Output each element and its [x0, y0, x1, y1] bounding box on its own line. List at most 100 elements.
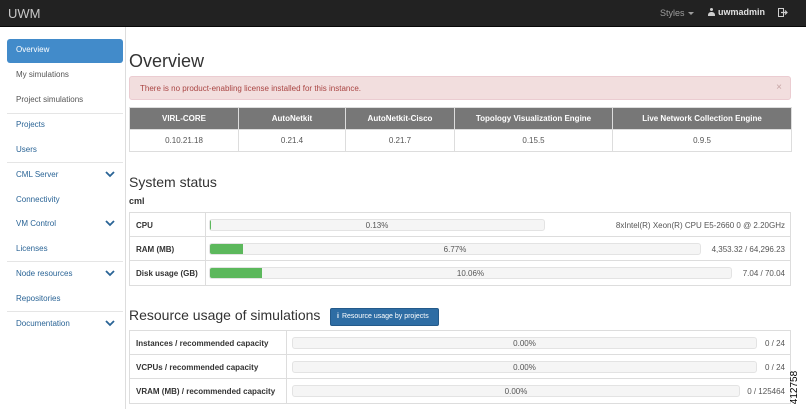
chevron-down-icon	[105, 320, 115, 327]
vcpus-progress-bar: 0.00%	[292, 361, 757, 373]
system-status-title: System status	[129, 174, 217, 190]
vram-info: 0 / 125464	[747, 387, 785, 396]
sidebar-divider	[7, 311, 123, 312]
column-divider	[286, 379, 287, 403]
sidebar-divider	[7, 261, 123, 262]
sidebar-item-overview[interactable]: Overview	[7, 39, 123, 63]
sidebar-item-project-simulations[interactable]: Project simulations	[7, 89, 123, 113]
table-row: 0.10.21.18 0.21.4 0.21.7 0.15.5 0.9.5	[129, 129, 792, 152]
resource-usage-by-projects-button[interactable]: i Resource usage by projects	[330, 308, 439, 326]
vcpus-info: 0 / 24	[764, 363, 785, 372]
row-label: VRAM (MB) / recommended capacity	[136, 387, 276, 396]
table-cell: 0.15.5	[454, 129, 613, 152]
table-row: RAM (MB) 6.77% 4,353.32 / 64,296.23	[130, 237, 790, 261]
close-icon[interactable]: ×	[776, 82, 782, 93]
row-label: VCPUs / recommended capacity	[136, 363, 259, 372]
brand-logo[interactable]: UWM	[8, 6, 41, 21]
row-label: Instances / recommended capacity	[136, 339, 269, 348]
host-name: cml	[129, 196, 145, 206]
styles-label: Styles	[660, 8, 685, 18]
disk-info: 7.04 / 70.04	[742, 269, 785, 278]
user-menu[interactable]: uwmadmin	[708, 7, 765, 17]
cpu-progress-bar: 0.13%	[209, 219, 545, 231]
table-header: Live Network Collection Engine	[612, 107, 792, 130]
chevron-down-icon	[105, 270, 115, 277]
table-cell: 0.21.7	[345, 129, 455, 152]
row-label: RAM (MB)	[136, 245, 175, 254]
sidebar-item-label: My simulations	[16, 70, 69, 79]
sidebar-item-connectivity[interactable]: Connectivity	[7, 189, 123, 213]
table-header: AutoNetkit-Cisco	[345, 107, 455, 130]
disk-progress-bar: 10.06%	[209, 267, 732, 279]
sidebar-item-projects[interactable]: Projects	[7, 114, 123, 138]
chevron-down-icon	[105, 220, 115, 227]
sidebar-item-label: CML Server	[16, 170, 59, 179]
table-header-row: VIRL-CORE AutoNetkit AutoNetkit-Cisco To…	[129, 107, 792, 130]
cpu-info: 8xIntel(R) Xeon(R) CPU E5-2660 0 @ 2.20G…	[615, 221, 785, 230]
table-header: Topology Visualization Engine	[454, 107, 613, 130]
sidebar-item-users[interactable]: Users	[7, 139, 123, 163]
sidebar-item-label: Users	[16, 145, 37, 154]
table-cell: 0.10.21.18	[129, 129, 239, 152]
sign-out-icon[interactable]	[778, 8, 788, 17]
column-divider	[205, 213, 206, 236]
progress-text: 0.00%	[504, 387, 528, 396]
resource-usage-title: Resource usage of simulations	[129, 307, 321, 323]
figure-id-text: 412758	[789, 370, 801, 405]
sidebar-item-vm-control[interactable]: VM Control	[7, 213, 123, 237]
sidebar-item-label: Project simulations	[16, 95, 84, 104]
sidebar-item-label: Repositories	[16, 294, 61, 303]
chevron-down-icon	[105, 171, 115, 178]
table-header: AutoNetkit	[238, 107, 346, 130]
table-header: VIRL-CORE	[129, 107, 239, 130]
row-label: CPU	[136, 221, 153, 230]
resource-usage-table: Instances / recommended capacity 0.00% 0…	[129, 330, 791, 404]
column-divider	[286, 331, 287, 354]
vram-progress-bar: 0.00%	[292, 385, 740, 397]
versions-table: VIRL-CORE AutoNetkit AutoNetkit-Cisco To…	[129, 107, 792, 152]
sidebar-item-documentation[interactable]: Documentation	[7, 313, 123, 337]
sidebar-item-cml-server[interactable]: CML Server	[7, 164, 123, 188]
table-row: Instances / recommended capacity 0.00% 0…	[130, 331, 790, 355]
progress-text: 6.77%	[443, 245, 467, 254]
user-icon	[708, 8, 715, 16]
progress-text: 0.00%	[513, 339, 536, 348]
sidebar-item-label: VM Control	[16, 219, 57, 228]
sidebar-item-label: Projects	[16, 120, 45, 129]
main-content: Overview There is no product-enabling li…	[129, 27, 792, 409]
table-row: VCPUs / recommended capacity 0.00% 0 / 2…	[130, 355, 790, 379]
sidebar-divider	[7, 162, 123, 163]
table-row: Disk usage (GB) 10.06% 7.04 / 70.04	[130, 261, 790, 285]
column-divider	[205, 237, 206, 260]
button-label: Resource usage by projects	[341, 313, 429, 320]
column-divider	[205, 261, 206, 285]
sidebar-item-node-resources[interactable]: Node resources	[7, 263, 123, 287]
sidebar-item-label: Documentation	[16, 319, 70, 328]
sidebar-item-label: Connectivity	[16, 195, 60, 204]
progress-text: 0.13%	[365, 221, 389, 230]
styles-dropdown[interactable]: Styles	[660, 8, 694, 18]
row-label: Disk usage (GB)	[136, 269, 198, 278]
username: uwmadmin	[718, 7, 766, 17]
instances-info: 0 / 24	[764, 339, 785, 348]
info-icon: i	[337, 313, 339, 320]
column-divider	[286, 355, 287, 378]
alert-text: There is no product-enabling license ins…	[140, 84, 362, 93]
license-alert: There is no product-enabling license ins…	[129, 76, 791, 100]
sidebar-item-licenses[interactable]: Licenses	[7, 238, 123, 262]
progress-text: 0.00%	[513, 363, 536, 372]
sidebar-item-label: Overview	[16, 45, 50, 54]
table-cell: 0.9.5	[612, 129, 792, 152]
sidebar: Overview My simulations Project simulati…	[0, 27, 126, 409]
progress-text: 10.06%	[456, 269, 485, 278]
sidebar-item-repositories[interactable]: Repositories	[7, 288, 123, 312]
table-row: VRAM (MB) / recommended capacity 0.00% 0…	[130, 379, 790, 403]
ram-progress-bar: 6.77%	[209, 243, 701, 255]
table-row: CPU 0.13% 8xIntel(R) Xeon(R) CPU E5-2660…	[130, 213, 790, 237]
sidebar-item-my-simulations[interactable]: My simulations	[7, 64, 123, 88]
table-cell: 0.21.4	[238, 129, 346, 152]
system-status-table: CPU 0.13% 8xIntel(R) Xeon(R) CPU E5-2660…	[129, 212, 791, 286]
caret-down-icon	[687, 12, 694, 16]
instances-progress-bar: 0.00%	[292, 337, 757, 349]
ram-info: 4,353.32 / 64,296.23	[711, 245, 785, 254]
